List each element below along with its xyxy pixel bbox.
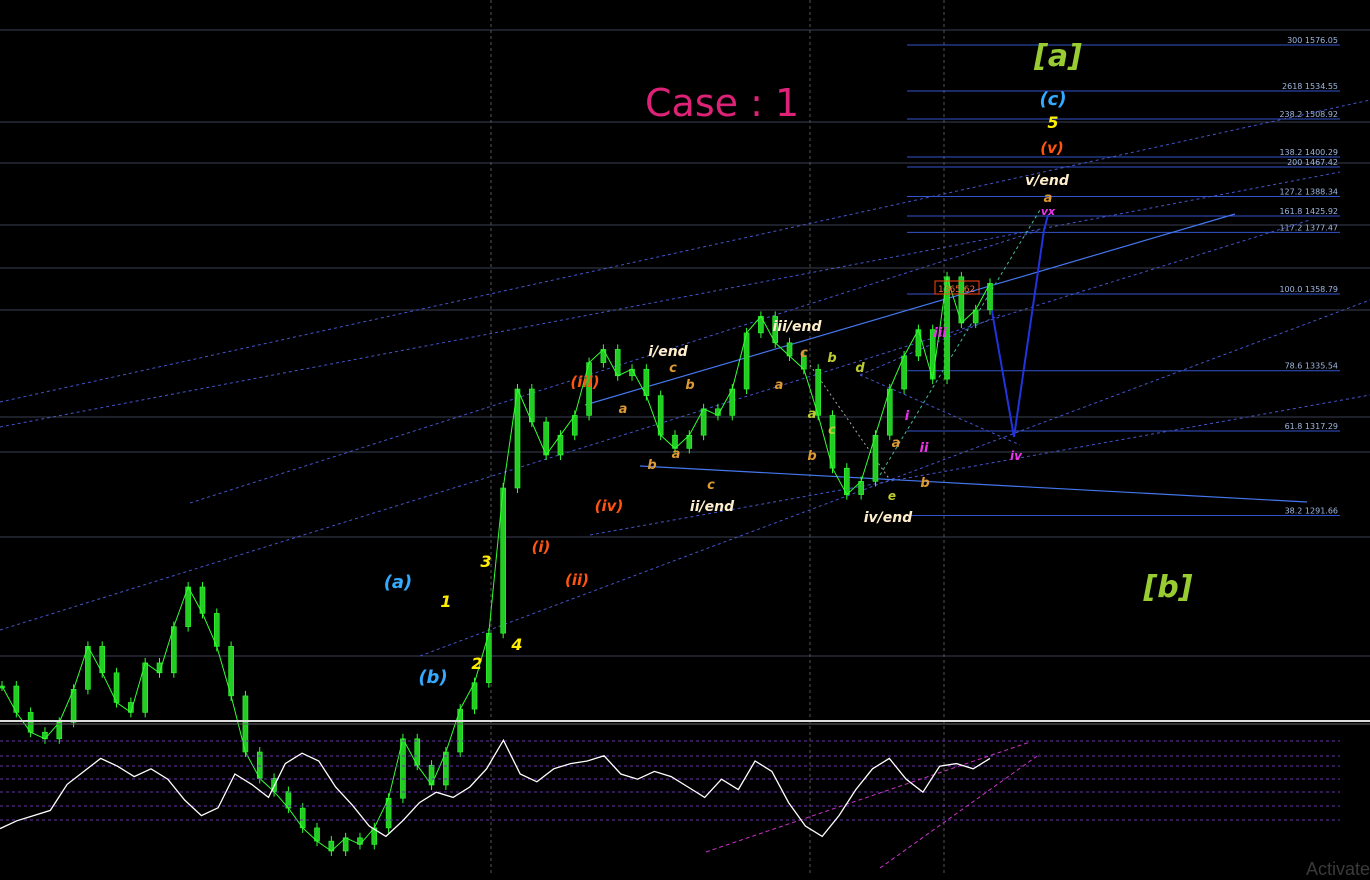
- fib-level-label: 300 1576.05: [1287, 36, 1338, 45]
- wave-label: 1: [440, 592, 451, 611]
- channel-line: [859, 374, 1021, 446]
- trendline-solid: [639, 465, 1308, 503]
- wave-label: b: [920, 476, 929, 491]
- wave-label: c: [828, 423, 836, 438]
- wave-label: (i): [532, 538, 551, 556]
- channel-line: [0, 171, 1341, 428]
- wave-label: (a): [384, 572, 413, 593]
- fib-level-label: 138.2 1400.29: [1279, 148, 1338, 157]
- wave-label: [a]: [1033, 39, 1082, 74]
- osc-divergence-line: [879, 753, 1041, 869]
- wave-label: (c): [1039, 89, 1066, 110]
- wave-label: b: [647, 458, 656, 473]
- wave-label: 5: [1047, 113, 1058, 132]
- wave-label: 4: [510, 635, 522, 654]
- fib-level-label: 38.2 1291.66: [1285, 507, 1338, 516]
- fib-level-label: 61.8 1317.29: [1285, 422, 1338, 431]
- channel-line: [879, 209, 1041, 476]
- wave-label: a: [619, 402, 628, 417]
- fib-level-label: 200 1467.42: [1287, 158, 1338, 167]
- wave-label: ii: [920, 441, 929, 456]
- wave-label: 2: [471, 654, 482, 673]
- watermark-text: Activate: [1305, 859, 1370, 879]
- wave-label: (ii): [565, 571, 589, 589]
- projection-path: [989, 214, 1049, 438]
- wave-label: c: [800, 346, 808, 361]
- price-label: 1365.62: [938, 285, 975, 295]
- wave-label: iv: [1010, 449, 1023, 463]
- fib-level-label: 78.6 1335.54: [1285, 362, 1338, 371]
- channel-line: [419, 299, 1370, 657]
- wave-label: [b]: [1143, 570, 1193, 605]
- wave-label: v/end: [1025, 173, 1070, 189]
- wave-label: ii/end: [690, 499, 735, 515]
- wave-label: b: [685, 378, 694, 393]
- price-line: [1, 276, 991, 852]
- channel-line: [0, 219, 1311, 631]
- wave-label: a: [892, 436, 901, 451]
- fib-level-label: 117.2 1377.47: [1279, 223, 1338, 232]
- wave-label: d: [855, 361, 865, 376]
- wave-label: e: [888, 489, 896, 503]
- fib-level-label: 127.2 1388.34: [1279, 187, 1338, 196]
- chart-svg: 300 1576.05 2618 1534.55 238.2 1508.92 200 …: [0, 0, 1370, 874]
- wave-label: vx: [1041, 205, 1056, 218]
- osc-divergence-line: [705, 741, 1031, 853]
- wave-label: (v): [1040, 139, 1064, 157]
- wave-label: i: [905, 409, 910, 424]
- wave-label: a: [808, 407, 817, 422]
- wave-label: 3: [480, 552, 491, 571]
- fib-level-label: 2618 1534.55: [1282, 82, 1338, 91]
- wave-label: b: [807, 449, 816, 464]
- fib-level-label: 100.0 1358.79: [1279, 285, 1338, 294]
- wave-label: i/end: [648, 344, 688, 360]
- oscillator-line: [0, 738, 991, 838]
- chart-root: 300 1576.05 2618 1534.55 238.2 1508.92 200 …: [0, 0, 1370, 879]
- wave-label: c: [707, 478, 715, 493]
- wave-label: (iii): [570, 373, 599, 391]
- chart-title: Case : 1: [645, 81, 799, 125]
- fib-level-label: 238.2 1508.92: [1279, 110, 1338, 119]
- wave-label: a: [1044, 191, 1053, 206]
- wave-label: (iv): [595, 497, 624, 515]
- wave-label: iii: [933, 326, 947, 341]
- wave-label: iii/end: [773, 319, 823, 335]
- wave-label: b: [827, 351, 836, 366]
- wave-label: c: [669, 361, 677, 376]
- fib-level-label: 161.8 1425.92: [1279, 207, 1338, 216]
- wave-label: a: [775, 378, 784, 393]
- wave-label: (b): [418, 667, 447, 688]
- wave-label: a: [672, 447, 681, 462]
- wave-label: iv/end: [864, 510, 914, 526]
